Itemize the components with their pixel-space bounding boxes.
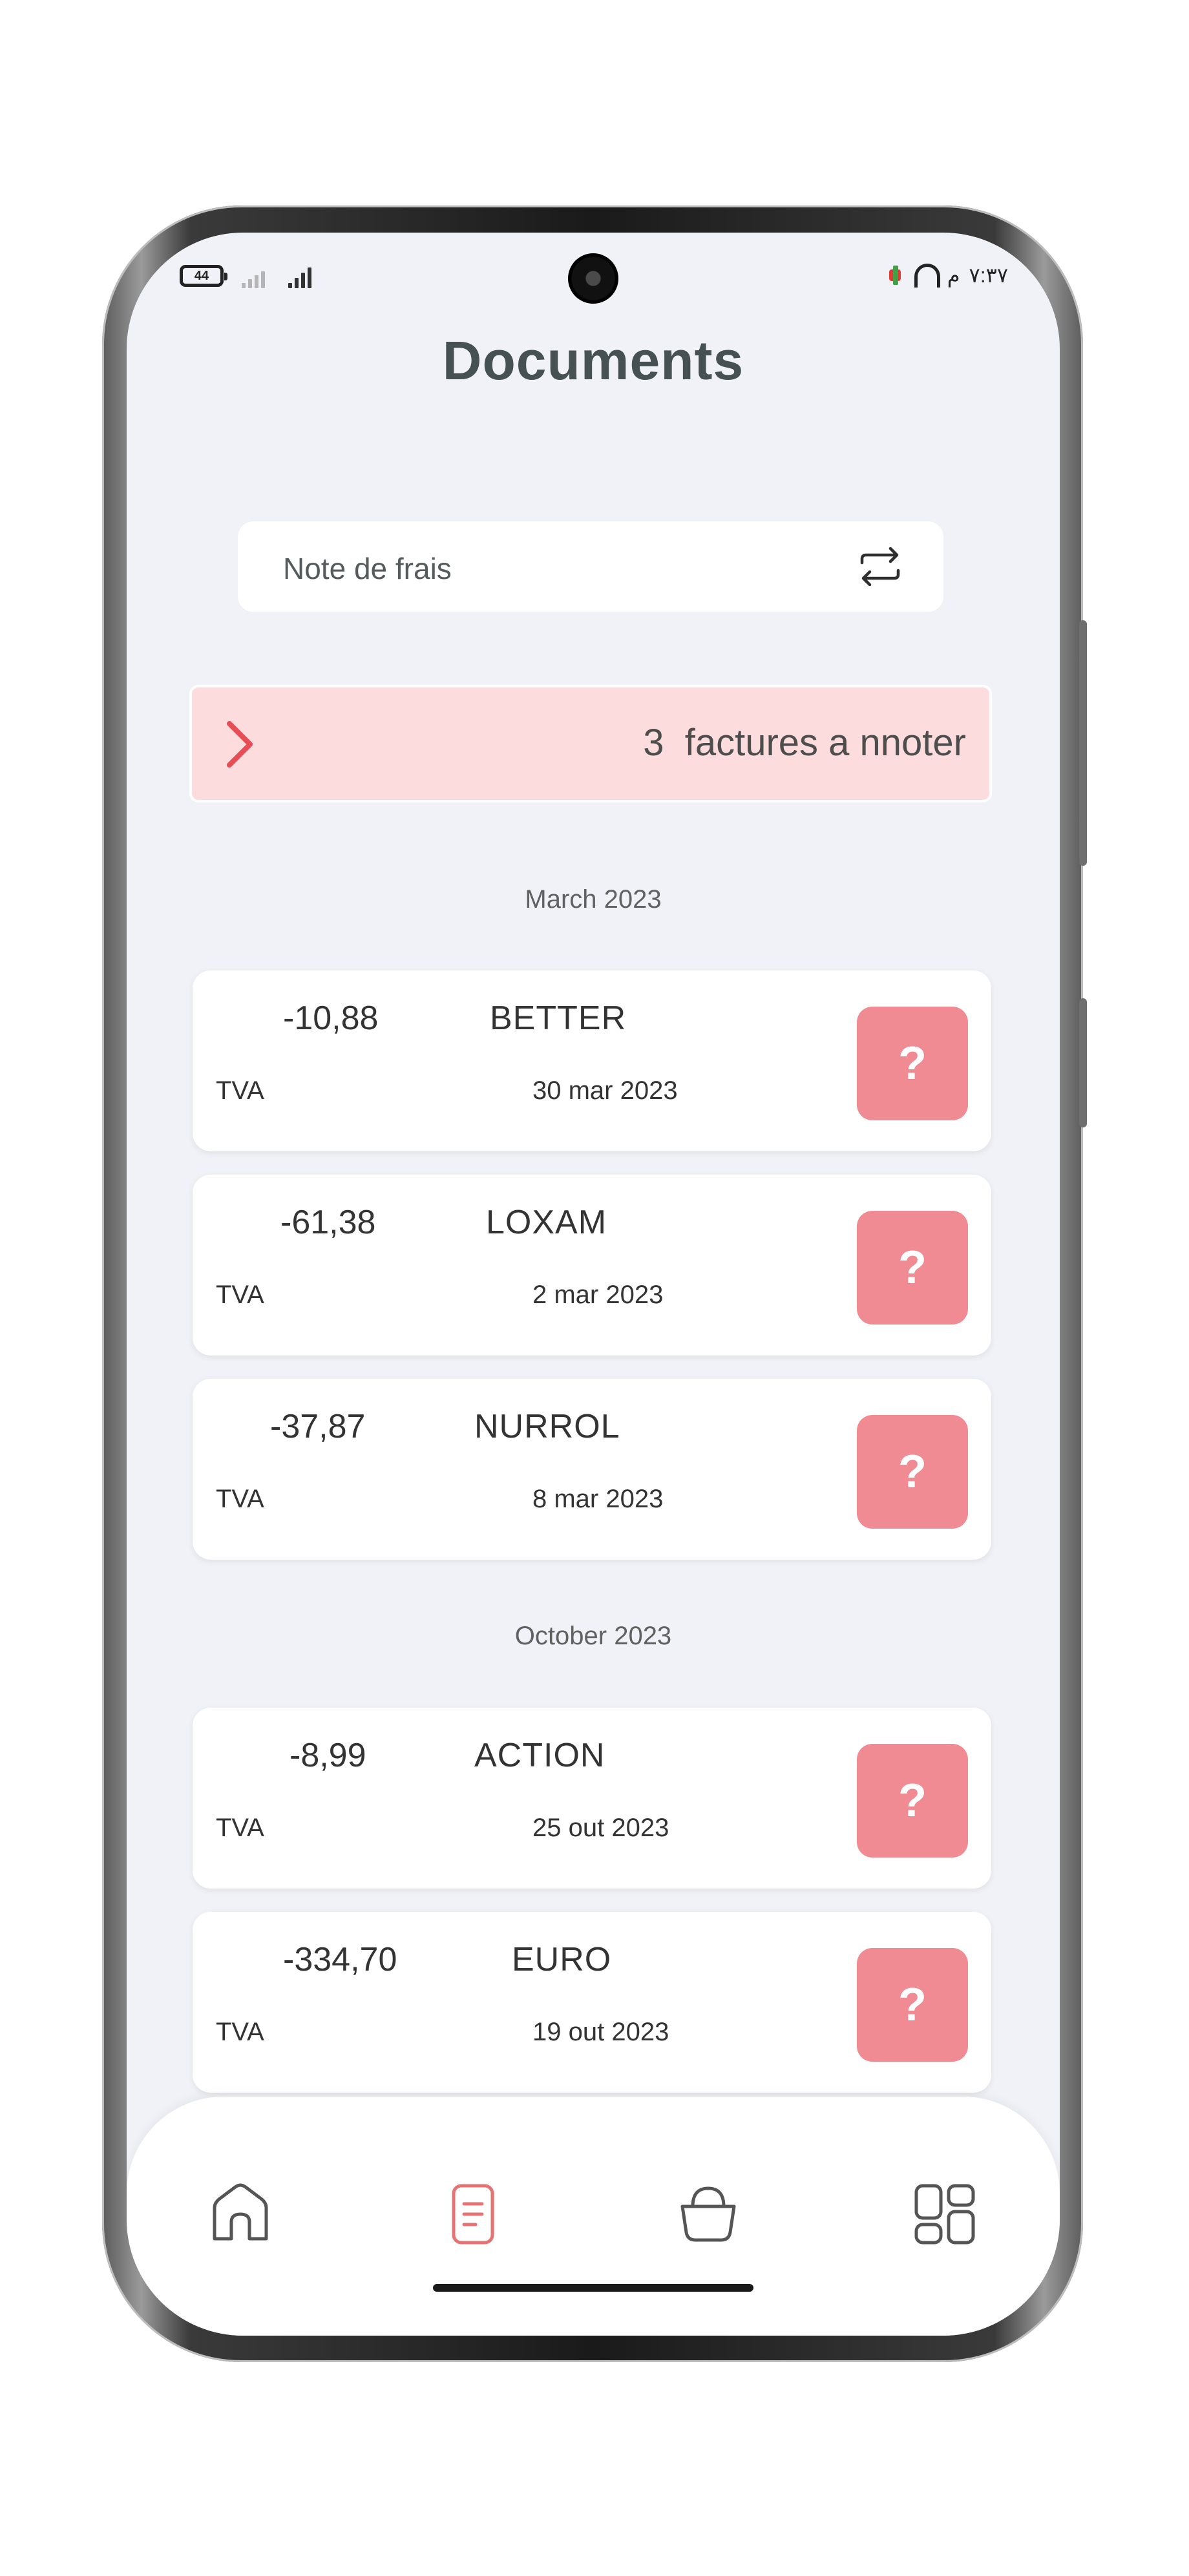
pending-invoices-banner[interactable]: 3 factures a nnoter bbox=[189, 685, 992, 802]
grid-icon[interactable] bbox=[912, 2182, 977, 2246]
app-notification-icon bbox=[887, 266, 903, 285]
home-indicator[interactable] bbox=[433, 2284, 753, 2292]
tax-label: TVA bbox=[216, 1076, 264, 1105]
amount: -8,99 bbox=[289, 1737, 366, 1774]
pending-invoices-text: 3 factures a nnoter bbox=[643, 721, 966, 764]
sim1-signal-icon bbox=[242, 266, 265, 288]
vendor-name: NURROL bbox=[474, 1408, 620, 1445]
document-card[interactable]: -10,88 BETTER TVA 30 mar 2023 ? bbox=[193, 970, 991, 1151]
tax-label: TVA bbox=[216, 1485, 264, 1513]
document-date: 19 out 2023 bbox=[532, 2018, 669, 2046]
amount: -61,38 bbox=[280, 1204, 376, 1241]
month-header: March 2023 bbox=[525, 885, 662, 914]
vendor-name: ACTION bbox=[474, 1737, 605, 1774]
battery-indicator: 44 bbox=[180, 265, 227, 287]
status-button[interactable]: ? bbox=[857, 1211, 968, 1325]
swap-icon[interactable] bbox=[856, 547, 905, 586]
front-camera bbox=[568, 253, 618, 304]
pending-label: factures a nnoter bbox=[684, 722, 966, 764]
status-button[interactable]: ? bbox=[857, 1415, 968, 1529]
bottom-navigation bbox=[127, 2097, 1060, 2336]
month-header: October 2023 bbox=[514, 1622, 672, 1650]
status-button[interactable]: ? bbox=[857, 1007, 968, 1120]
status-button[interactable]: ? bbox=[857, 1744, 968, 1858]
document-date: 8 mar 2023 bbox=[532, 1485, 664, 1513]
document-date: 25 out 2023 bbox=[532, 1814, 669, 1842]
status-right: م ٧:٣٧ bbox=[887, 262, 1008, 288]
status-button[interactable]: ? bbox=[857, 1948, 968, 2062]
document-card[interactable]: -8,99 ACTION TVA 25 out 2023 ? bbox=[193, 1708, 991, 1889]
basket-icon[interactable] bbox=[676, 2182, 741, 2246]
document-date: 30 mar 2023 bbox=[532, 1076, 678, 1105]
app-screen: 44 م ٧:٣٧ Documents Note de frais 3 fact… bbox=[127, 233, 1060, 2336]
vendor-name: BETTER bbox=[490, 1000, 627, 1037]
pending-count: 3 bbox=[643, 722, 664, 764]
amount: -37,87 bbox=[270, 1408, 366, 1445]
amount: -10,88 bbox=[283, 1000, 379, 1037]
power-button bbox=[1079, 998, 1087, 1127]
status-time: ٧:٣٧ bbox=[969, 264, 1008, 287]
headphone-icon bbox=[912, 262, 940, 288]
volume-button bbox=[1079, 620, 1087, 866]
page-title: Documents bbox=[442, 330, 744, 391]
document-type-selector[interactable]: Note de frais bbox=[238, 521, 943, 612]
vendor-name: LOXAM bbox=[486, 1204, 607, 1241]
tax-label: TVA bbox=[216, 1281, 264, 1309]
chevron-right-icon bbox=[227, 721, 253, 768]
document-card[interactable]: -334,70 EURO TVA 19 out 2023 ? bbox=[193, 1912, 991, 2093]
document-icon[interactable] bbox=[441, 2182, 505, 2246]
status-bar: 44 م ٧:٣٧ bbox=[127, 233, 1060, 310]
document-type-value: Note de frais bbox=[283, 552, 452, 585]
tax-label: TVA bbox=[216, 2018, 264, 2046]
vendor-name: EURO bbox=[512, 1941, 612, 1978]
status-period: م bbox=[947, 264, 960, 287]
home-icon[interactable] bbox=[208, 2182, 273, 2246]
sim2-signal-icon bbox=[288, 266, 311, 288]
tax-label: TVA bbox=[216, 1814, 264, 1842]
document-card[interactable]: -61,38 LOXAM TVA 2 mar 2023 ? bbox=[193, 1175, 991, 1356]
document-card[interactable]: -37,87 NURROL TVA 8 mar 2023 ? bbox=[193, 1379, 991, 1560]
amount: -334,70 bbox=[283, 1941, 397, 1978]
document-date: 2 mar 2023 bbox=[532, 1281, 664, 1309]
